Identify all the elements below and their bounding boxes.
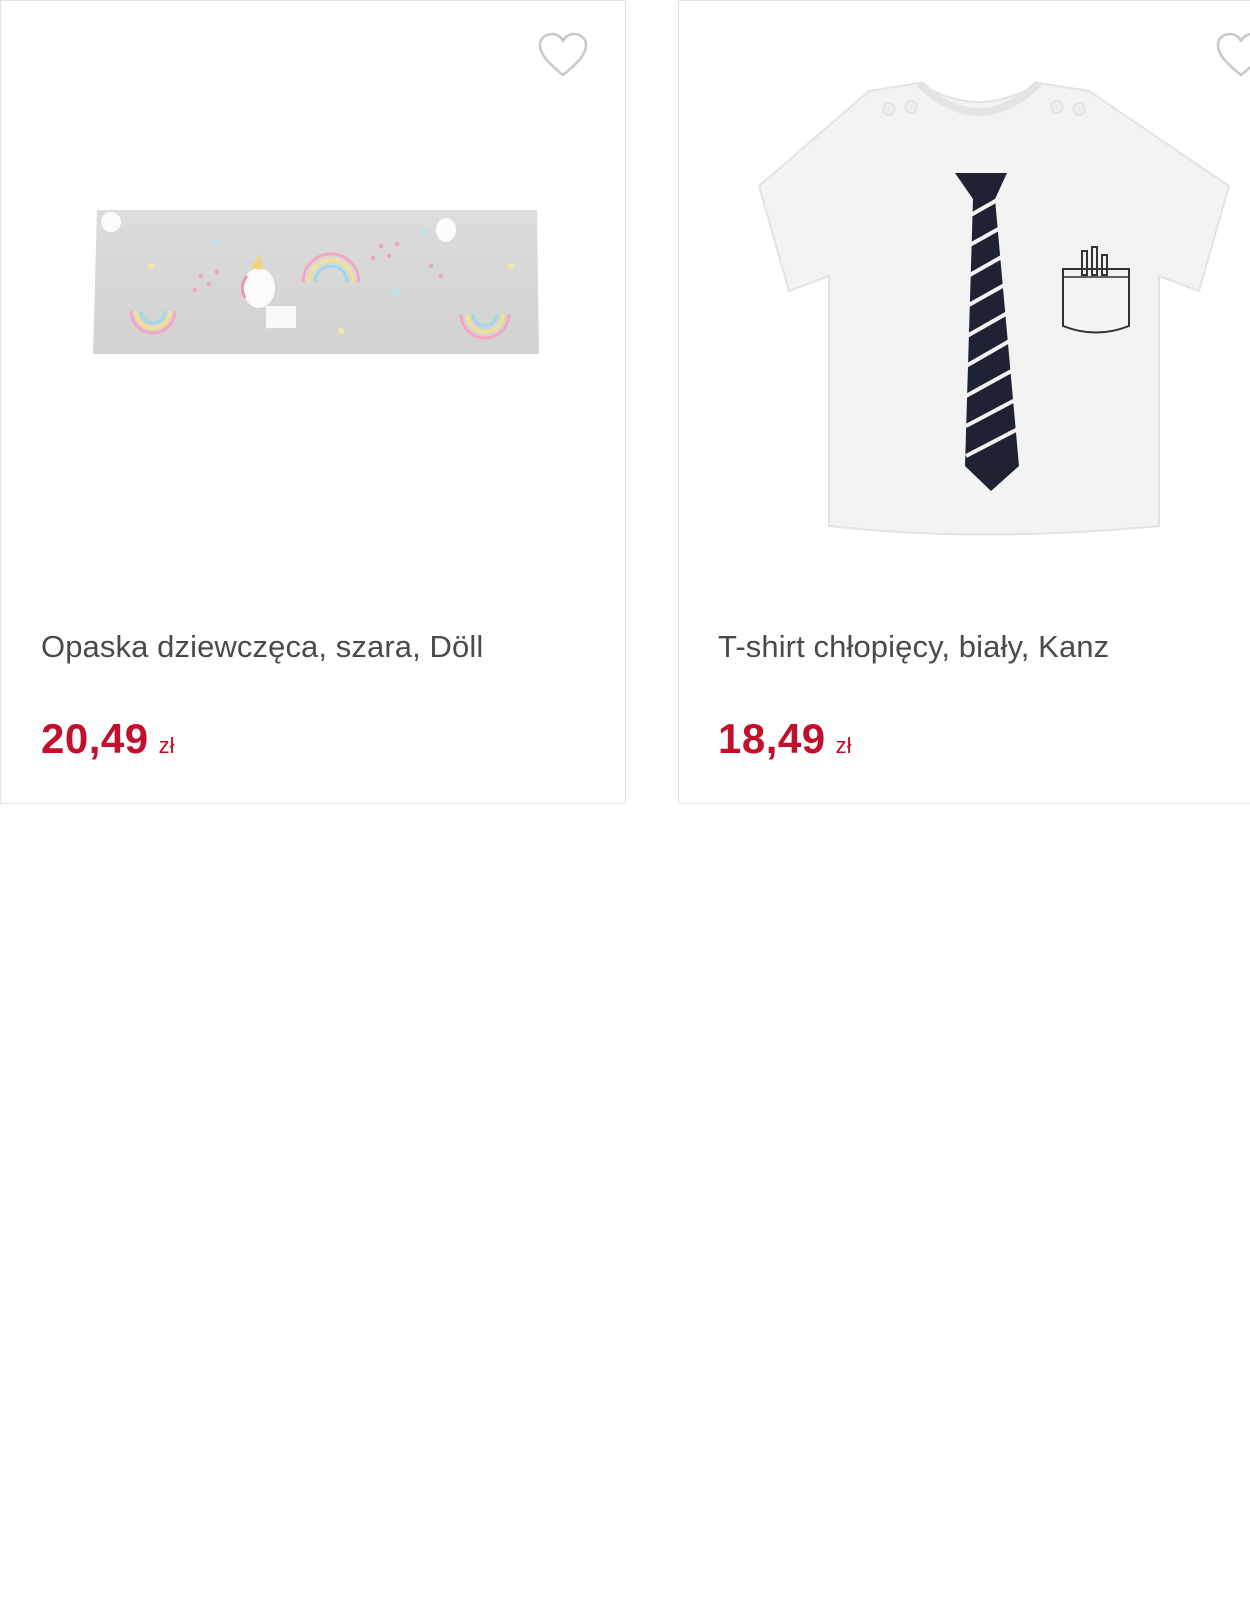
product-card[interactable]: T-shirt chłopięcy, biały, Kanz 18,49 zł [678,0,1250,804]
product-grid: Opaska dziewczęca, szara, Döll 20,49 zł [0,0,1250,805]
price-currency: zł [835,733,852,758]
headband-image[interactable] [91,206,543,366]
price-amount: 18,49 [718,715,826,762]
product-price: 20,49 zł [41,715,175,763]
product-price: 18,49 zł [718,715,852,763]
product-name[interactable]: Opaska dziewczęca, szara, Döll [41,629,483,665]
price-currency: zł [158,733,175,758]
tshirt-with-tie-image[interactable] [719,81,1239,551]
product-card[interactable]: Opaska dziewczęca, szara, Döll 20,49 zł [0,0,626,804]
price-amount: 20,49 [41,715,149,762]
favorite-heart-icon[interactable] [537,31,589,79]
product-name[interactable]: T-shirt chłopięcy, biały, Kanz [718,629,1109,665]
favorite-heart-icon[interactable] [1215,31,1250,79]
